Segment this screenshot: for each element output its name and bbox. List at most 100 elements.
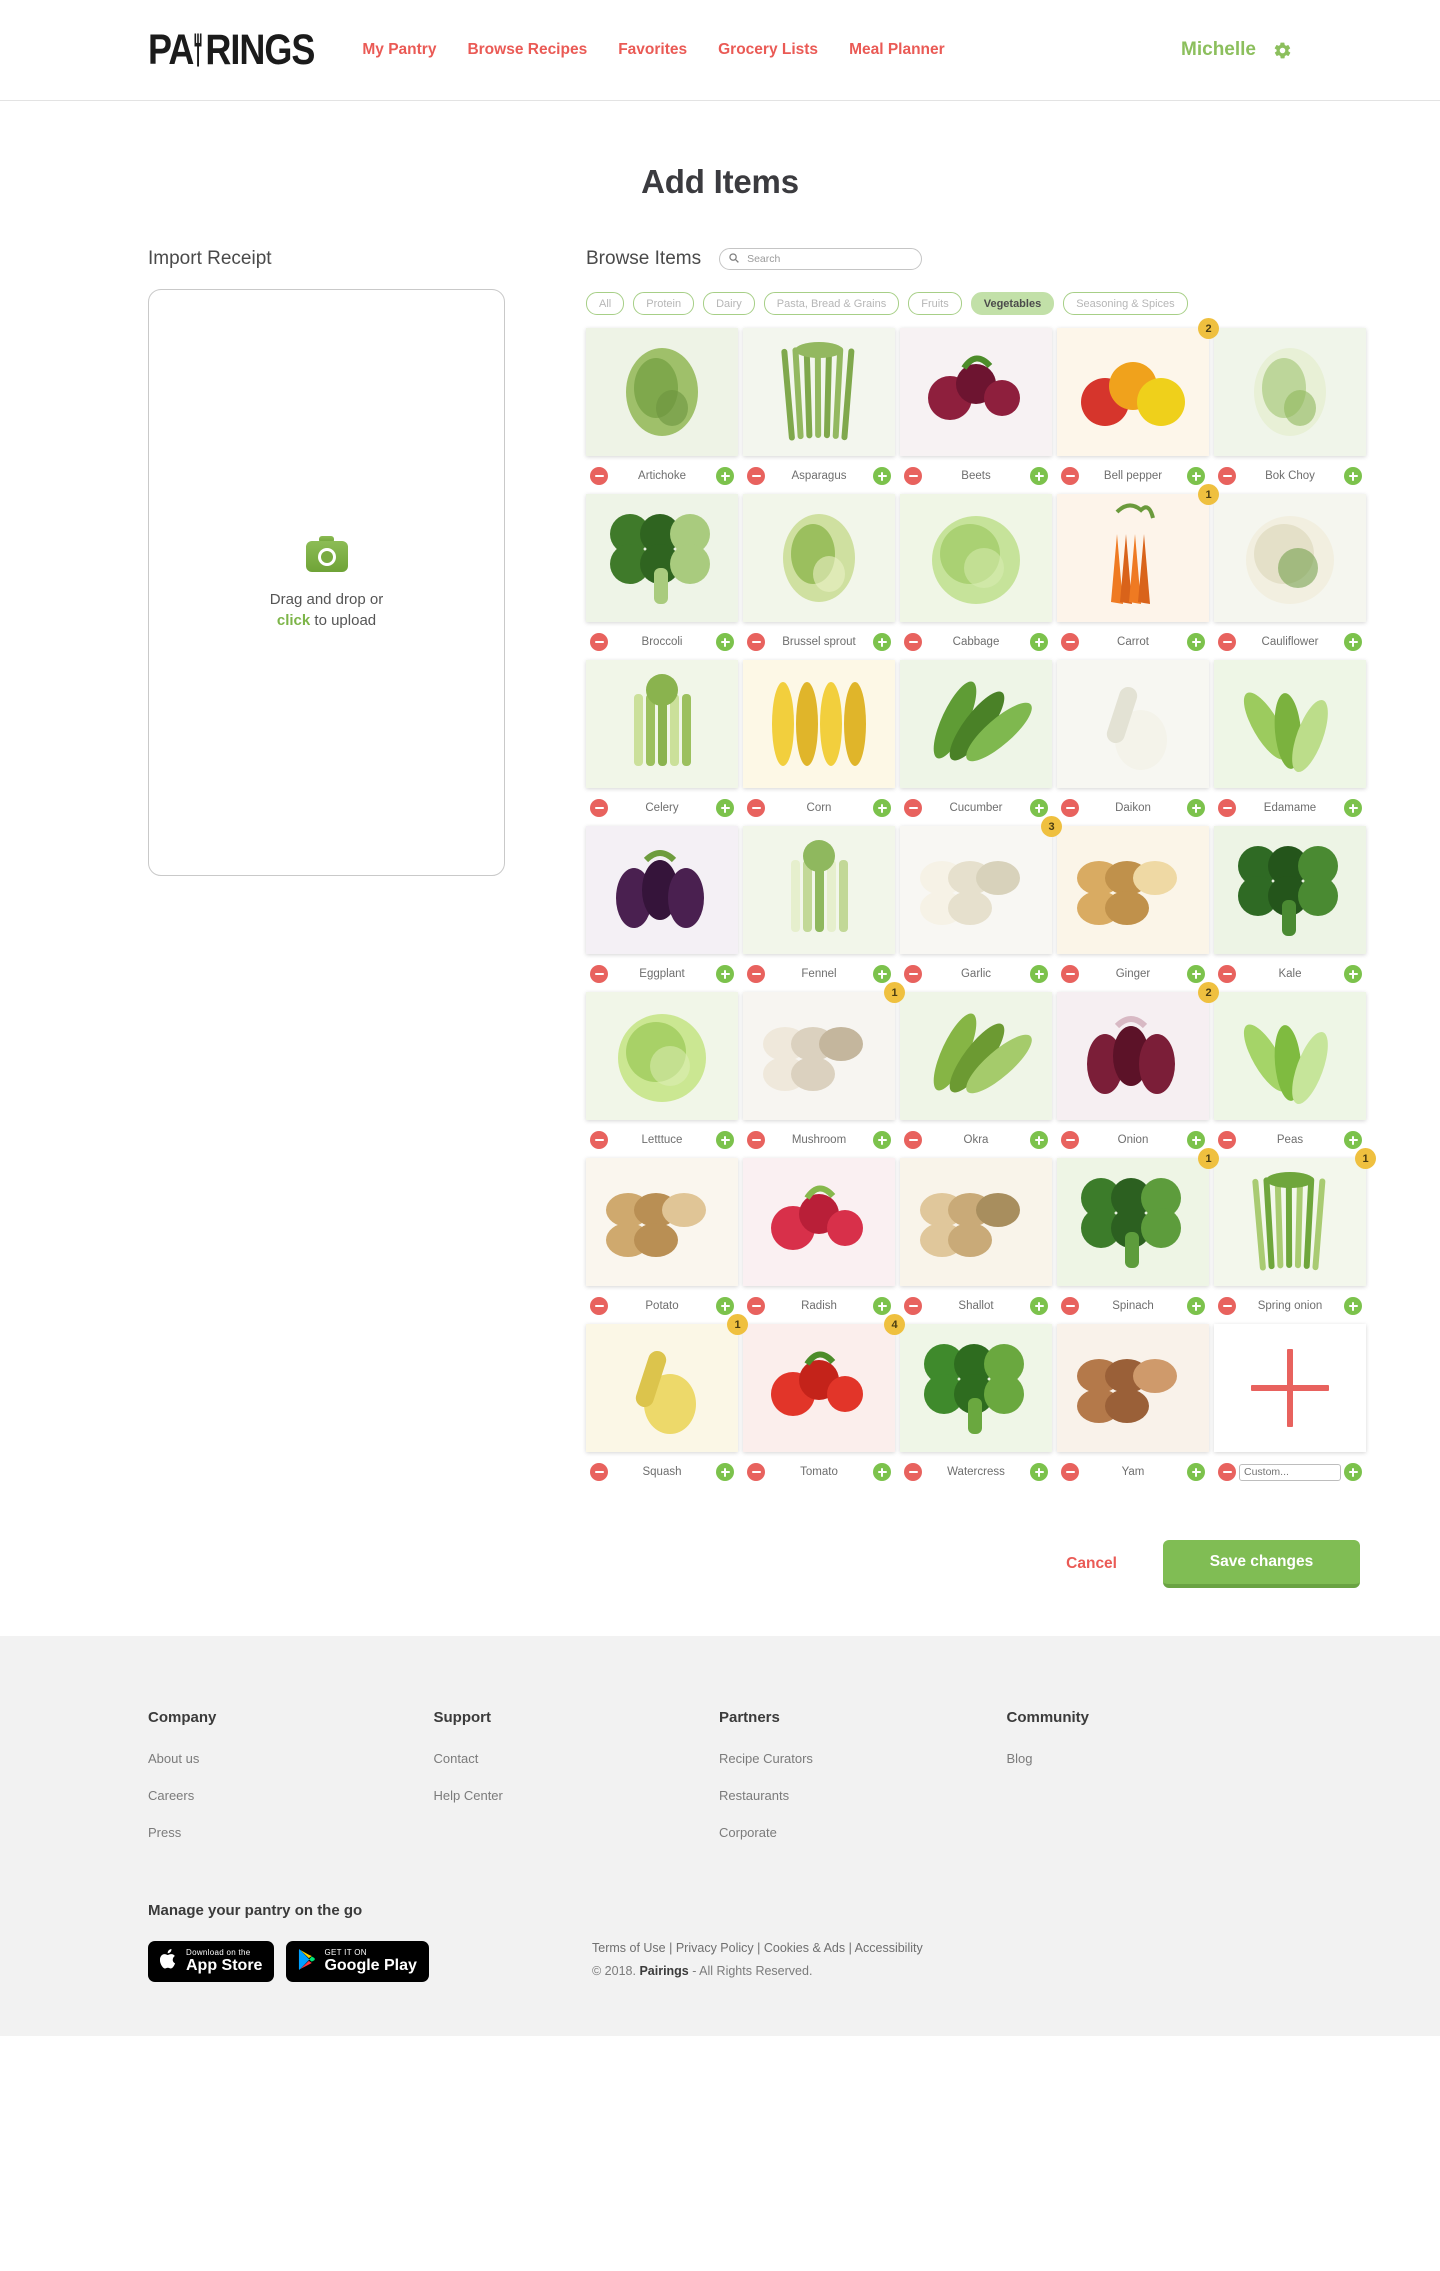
item-image-card[interactable] — [586, 494, 738, 622]
item-image-card[interactable] — [1057, 328, 1209, 456]
custom-item-input[interactable] — [1239, 1463, 1341, 1481]
item-image-card[interactable] — [743, 1158, 895, 1286]
decrement-icon[interactable] — [747, 467, 765, 485]
legal-link[interactable]: Accessibility — [855, 1941, 923, 1955]
increment-icon[interactable] — [1344, 1131, 1362, 1149]
increment-icon[interactable] — [1030, 467, 1048, 485]
increment-icon[interactable] — [716, 633, 734, 651]
item-image-card[interactable] — [1057, 826, 1209, 954]
item-image-card[interactable] — [586, 1324, 738, 1452]
item-image-card[interactable] — [1214, 328, 1366, 456]
decrement-icon[interactable] — [904, 1463, 922, 1481]
footer-link[interactable]: Help Center — [434, 1788, 720, 1803]
decrement-icon[interactable] — [747, 1131, 765, 1149]
item-image-card[interactable] — [586, 328, 738, 456]
footer-link[interactable]: Corporate — [719, 1825, 1006, 1840]
legal-link[interactable]: Cookies & Ads — [764, 1941, 845, 1955]
increment-icon[interactable] — [716, 1463, 734, 1481]
increment-icon[interactable] — [1187, 1297, 1205, 1315]
filter-chip-seasoning-spices[interactable]: Seasoning & Spices — [1063, 292, 1188, 315]
increment-icon[interactable] — [1030, 1463, 1048, 1481]
decrement-icon[interactable] — [1218, 1463, 1236, 1481]
item-image-card[interactable] — [1057, 1158, 1209, 1286]
decrement-icon[interactable] — [1061, 1297, 1079, 1315]
decrement-icon[interactable] — [904, 799, 922, 817]
decrement-icon[interactable] — [590, 1463, 608, 1481]
increment-icon[interactable] — [1030, 965, 1048, 983]
save-changes-button[interactable]: Save changes — [1163, 1540, 1360, 1588]
increment-icon[interactable] — [1187, 633, 1205, 651]
decrement-icon[interactable] — [590, 799, 608, 817]
decrement-icon[interactable] — [1061, 799, 1079, 817]
increment-icon[interactable] — [873, 965, 891, 983]
increment-icon[interactable] — [873, 799, 891, 817]
item-image-card[interactable] — [1214, 660, 1366, 788]
item-image-card[interactable] — [900, 826, 1052, 954]
decrement-icon[interactable] — [747, 965, 765, 983]
filter-chip-protein[interactable]: Protein — [633, 292, 695, 315]
item-image-card[interactable] — [1057, 1324, 1209, 1452]
add-custom-item-card[interactable] — [1214, 1324, 1366, 1452]
increment-icon[interactable] — [1344, 633, 1362, 651]
increment-icon[interactable] — [1187, 1131, 1205, 1149]
legal-link[interactable]: Privacy Policy — [676, 1941, 754, 1955]
item-image-card[interactable] — [743, 1324, 895, 1452]
item-image-card[interactable] — [743, 826, 895, 954]
footer-link[interactable]: Careers — [148, 1788, 434, 1803]
site-logo[interactable]: PA RINGS — [148, 28, 315, 71]
item-image-card[interactable] — [586, 992, 738, 1120]
cancel-button[interactable]: Cancel — [1060, 1554, 1123, 1574]
item-image-card[interactable] — [1057, 660, 1209, 788]
increment-icon[interactable] — [1344, 467, 1362, 485]
nav-item-favorites[interactable]: Favorites — [618, 41, 687, 59]
user-name[interactable]: Michelle — [1181, 39, 1256, 61]
nav-item-meal-planner[interactable]: Meal Planner — [849, 41, 945, 59]
item-image-card[interactable] — [900, 1324, 1052, 1452]
filter-chip-pasta-bread-grains[interactable]: Pasta, Bread & Grains — [763, 292, 900, 315]
decrement-icon[interactable] — [904, 633, 922, 651]
increment-icon[interactable] — [1344, 965, 1362, 983]
search-input[interactable] — [745, 252, 913, 266]
footer-link[interactable]: Press — [148, 1825, 434, 1840]
decrement-icon[interactable] — [904, 467, 922, 485]
increment-icon[interactable] — [873, 1297, 891, 1315]
decrement-icon[interactable] — [747, 799, 765, 817]
gear-icon[interactable] — [1273, 41, 1292, 60]
legal-link[interactable]: Terms of Use — [592, 1941, 666, 1955]
decrement-icon[interactable] — [1218, 1297, 1236, 1315]
filter-chip-fruits[interactable]: Fruits — [908, 292, 962, 315]
decrement-icon[interactable] — [904, 1131, 922, 1149]
increment-icon[interactable] — [716, 965, 734, 983]
increment-icon[interactable] — [1030, 1297, 1048, 1315]
decrement-icon[interactable] — [1218, 633, 1236, 651]
item-image-card[interactable] — [1057, 992, 1209, 1120]
decrement-icon[interactable] — [1061, 1463, 1079, 1481]
item-image-card[interactable] — [586, 826, 738, 954]
decrement-icon[interactable] — [1218, 965, 1236, 983]
increment-icon[interactable] — [716, 1297, 734, 1315]
receipt-dropzone[interactable]: Drag and drop or click to upload — [148, 289, 505, 876]
increment-icon[interactable] — [873, 467, 891, 485]
item-image-card[interactable] — [1214, 494, 1366, 622]
item-image-card[interactable] — [1214, 826, 1366, 954]
increment-icon[interactable] — [1030, 633, 1048, 651]
nav-item-grocery-lists[interactable]: Grocery Lists — [718, 41, 818, 59]
filter-chip-dairy[interactable]: Dairy — [703, 292, 755, 315]
item-image-card[interactable] — [900, 494, 1052, 622]
search-box[interactable] — [719, 248, 923, 270]
item-image-card[interactable] — [743, 328, 895, 456]
footer-link[interactable]: Restaurants — [719, 1788, 1006, 1803]
increment-icon[interactable] — [1187, 467, 1205, 485]
item-image-card[interactable] — [1214, 992, 1366, 1120]
increment-icon[interactable] — [1187, 965, 1205, 983]
item-image-card[interactable] — [743, 494, 895, 622]
increment-icon[interactable] — [1344, 1463, 1362, 1481]
nav-item-my-pantry[interactable]: My Pantry — [362, 41, 436, 59]
item-image-card[interactable] — [900, 1158, 1052, 1286]
increment-icon[interactable] — [716, 799, 734, 817]
item-image-card[interactable] — [586, 660, 738, 788]
google-play-badge[interactable]: GET IT ON Google Play — [286, 1941, 429, 1982]
footer-link[interactable]: Blog — [1006, 1751, 1292, 1766]
increment-icon[interactable] — [873, 1131, 891, 1149]
increment-icon[interactable] — [873, 1463, 891, 1481]
